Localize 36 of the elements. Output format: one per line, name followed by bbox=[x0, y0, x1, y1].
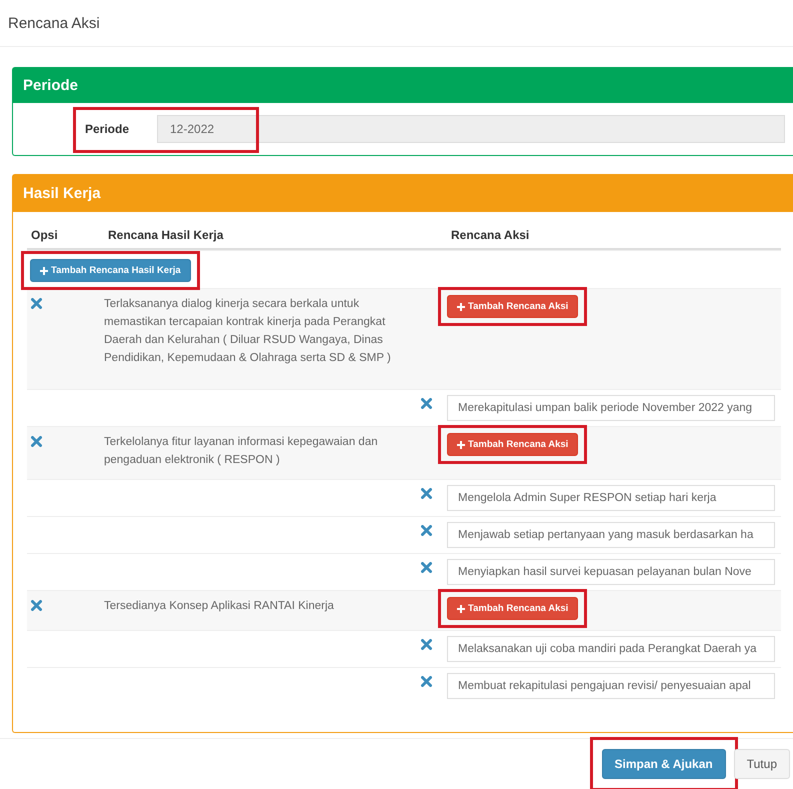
hasil-kerja-text: Terkelolanya fitur layanan informasi kepegawaian dan pengaduan elektronik ( RESPON ) bbox=[104, 435, 379, 468]
plus-icon bbox=[457, 302, 465, 310]
delete-icon[interactable] bbox=[421, 562, 432, 573]
add-rencana-aksi-button[interactable]: Tambah Rencana Aksi bbox=[447, 295, 578, 318]
column-header: Rencana Hasil Kerja bbox=[107, 228, 224, 242]
rencana-aksi-field[interactable]: Menyiapkan hasil survei kepuasan pelayanan bulan Nove bbox=[447, 559, 775, 585]
delete-icon[interactable] bbox=[31, 600, 42, 611]
hasil-kerja-text: Tersedianya Konsep Aplikasi RANTAI Kinerja bbox=[104, 599, 335, 614]
rencana-aksi-field[interactable]: Menjawab setiap pertanyaan yang masuk berdasarkan ha bbox=[447, 522, 775, 548]
column-header: Rencana Aksi bbox=[450, 228, 530, 242]
delete-icon[interactable] bbox=[421, 488, 432, 499]
panel-header: Hasil Kerja bbox=[13, 175, 793, 212]
delete-icon[interactable] bbox=[421, 676, 432, 687]
rencana-aksi-field[interactable]: Membuat rekapitulasi pengajuan revisi/ penyesuaian apal bbox=[447, 673, 775, 699]
dialog-title: Rencana Aksi bbox=[8, 14, 100, 32]
add-rencana-aksi-button[interactable]: Tambah Rencana Aksi bbox=[447, 597, 578, 620]
plus-icon bbox=[40, 266, 48, 274]
panel-header: Periode bbox=[13, 68, 793, 103]
plus-icon bbox=[457, 440, 465, 448]
delete-icon[interactable] bbox=[31, 436, 42, 447]
rencana-aksi-field[interactable]: Merekapitulasi umpan balik periode November 2022 yang bbox=[447, 395, 775, 421]
plus-icon bbox=[457, 604, 465, 612]
hasil-kerja-text: Terlaksananya dialog kinerja secara berkala untuk memastikan tercapaian kontrak kinerja pada Perangkat Daerah dan Kelurahan ( Diluar RSUD Wangaya, Dinas Pendidikan, Kepemudaan & Olahraga serta SD & SMP ) bbox=[104, 297, 392, 366]
rencana-aksi-field[interactable]: Melaksanakan uji coba mandiri pada Perangkat Daerah ya bbox=[447, 636, 775, 662]
delete-icon[interactable] bbox=[31, 298, 42, 309]
periode-label: Periode bbox=[85, 122, 130, 136]
add-hasil-kerja-button[interactable]: Tambah Rencana Hasil Kerja bbox=[30, 259, 191, 282]
close-button[interactable]: Tutup bbox=[734, 749, 790, 779]
periode-field[interactable]: 12-2022 bbox=[157, 115, 785, 143]
add-rencana-aksi-button[interactable]: Tambah Rencana Aksi bbox=[447, 433, 578, 456]
save-submit-button[interactable]: Simpan & Ajukan bbox=[602, 749, 726, 779]
delete-icon[interactable] bbox=[421, 639, 432, 650]
column-header: Opsi bbox=[30, 228, 59, 242]
delete-icon[interactable] bbox=[421, 398, 432, 409]
delete-icon[interactable] bbox=[421, 525, 432, 536]
rencana-aksi-field[interactable]: Mengelola Admin Super RESPON setiap hari kerja bbox=[447, 485, 775, 511]
